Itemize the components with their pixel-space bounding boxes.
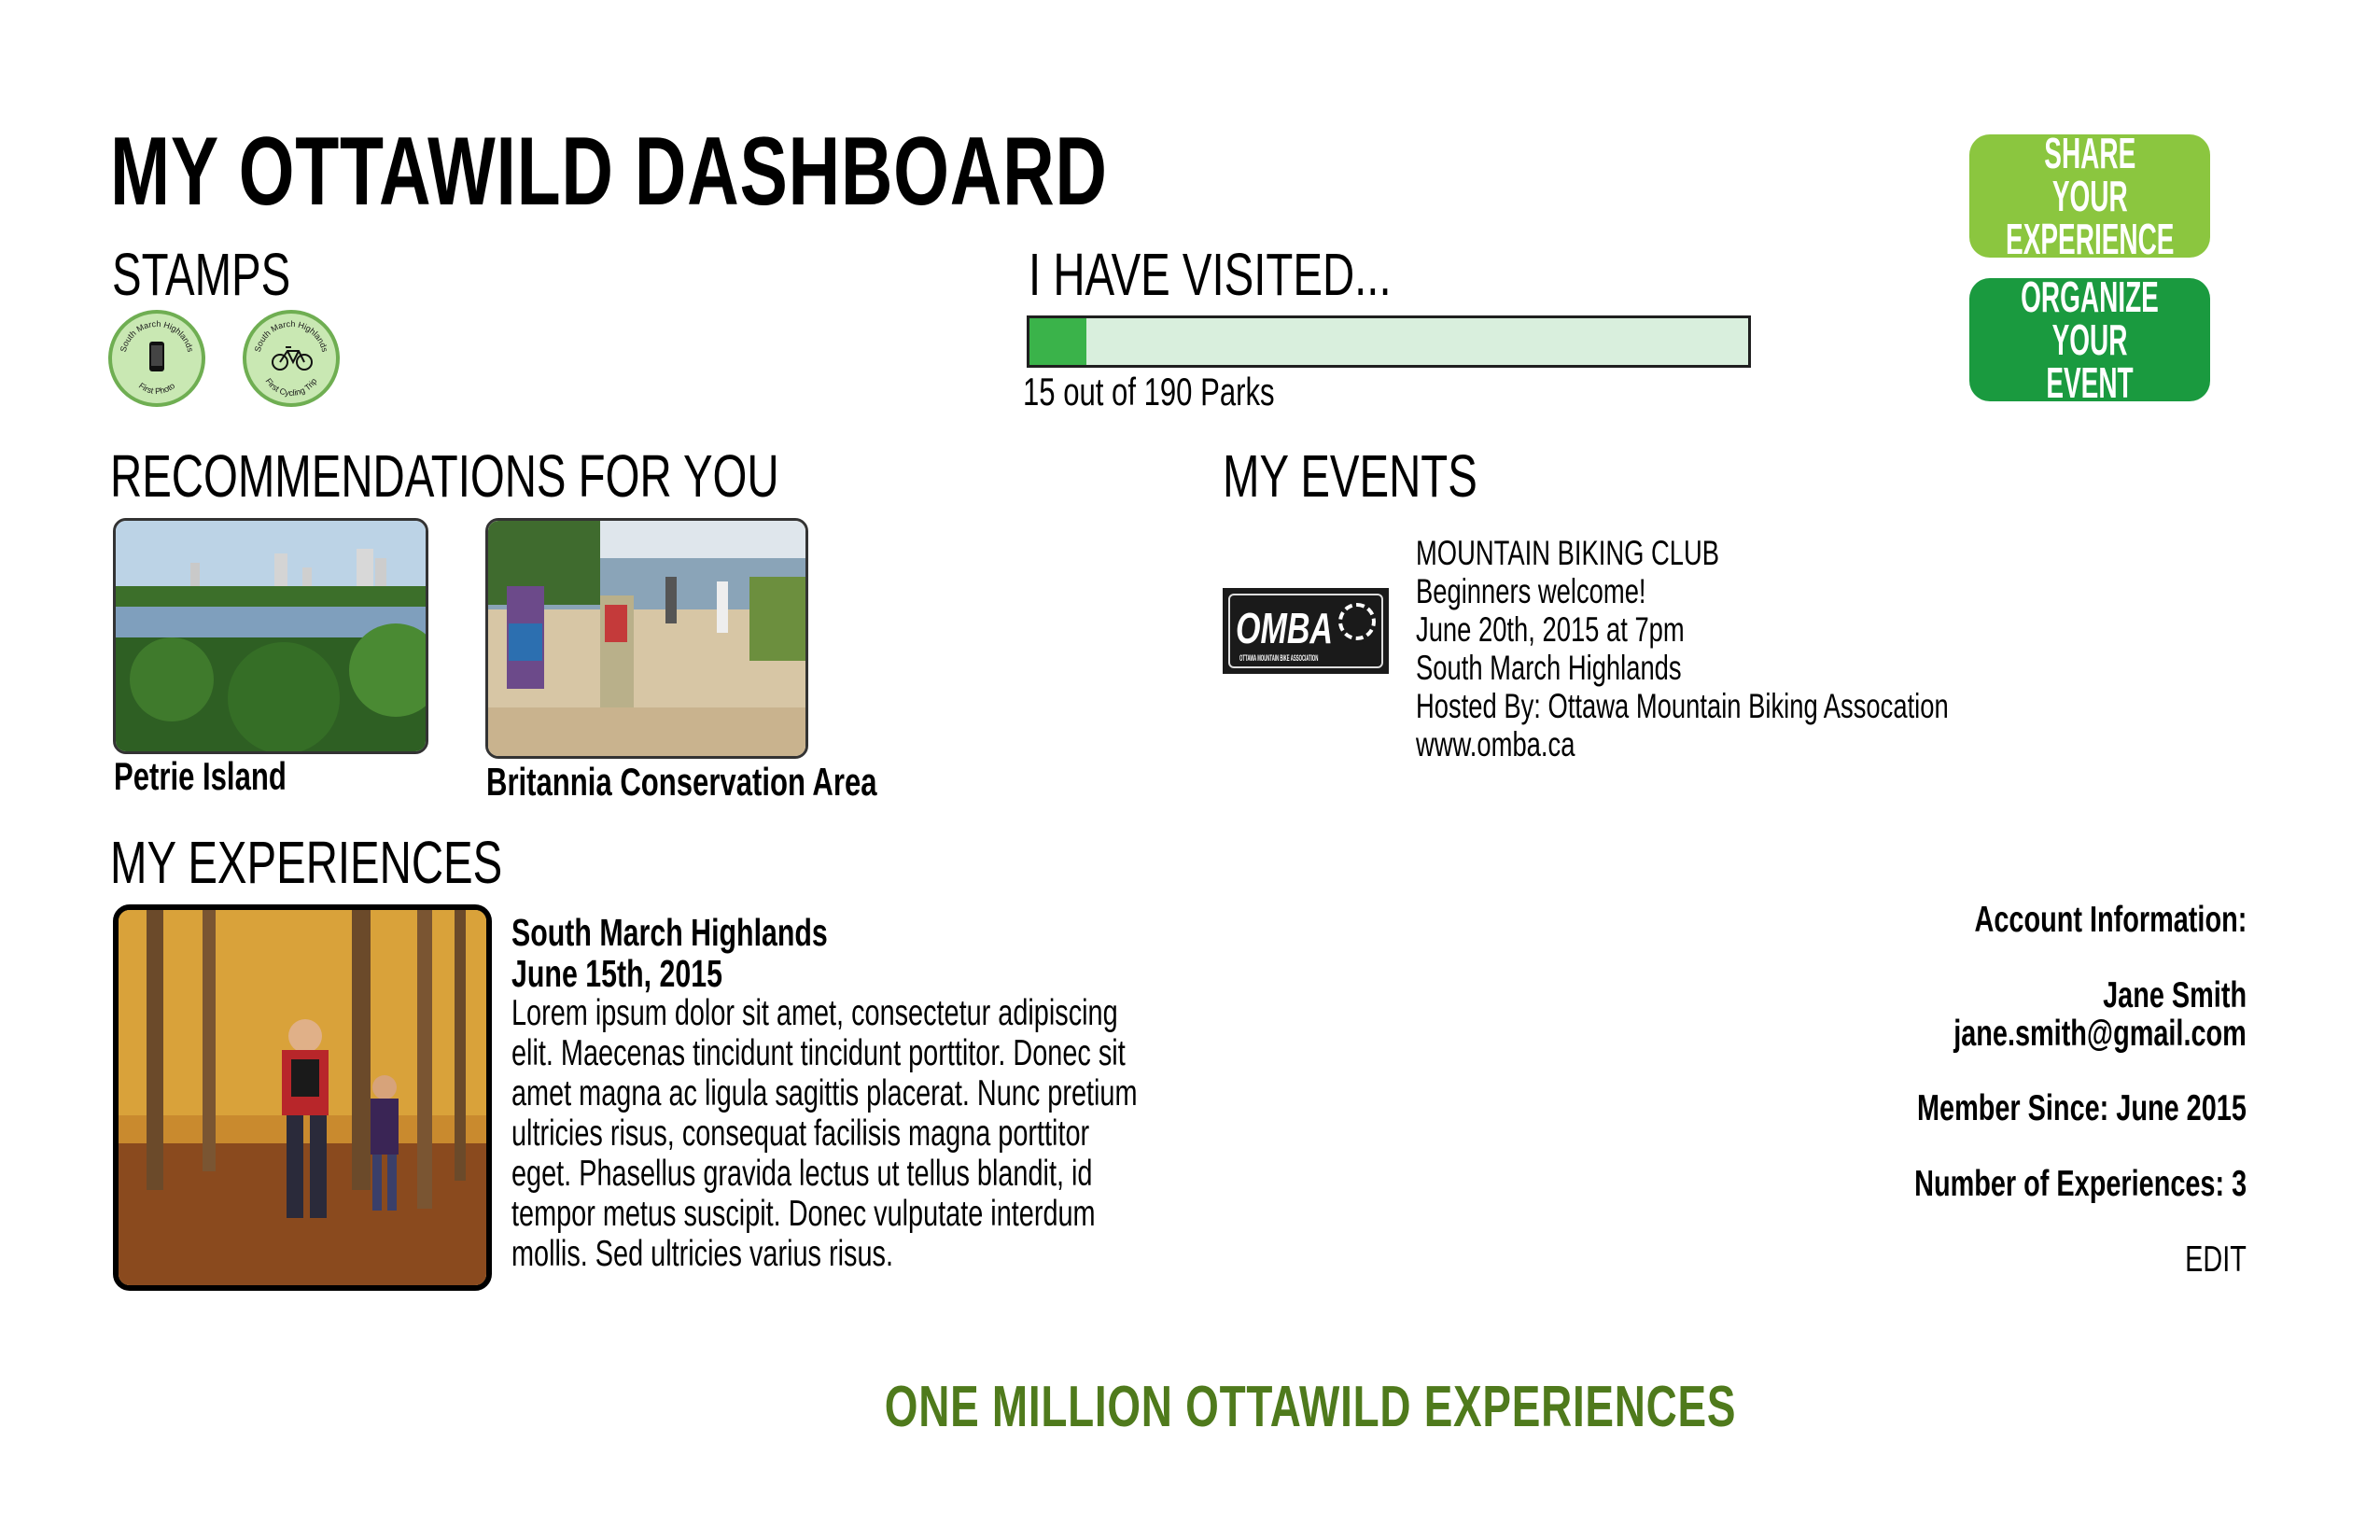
- event-url[interactable]: www.omba.ca: [1416, 725, 1949, 763]
- svg-text:South March Highlands: South March Highlands: [253, 319, 330, 354]
- recommendations-heading: RECOMMENDATIONS FOR YOU: [110, 442, 779, 510]
- experience-text-line: tempor metus suscipit. Donec vulputate i…: [511, 1194, 1096, 1234]
- share-button-line2: EXPERIENCE: [2005, 215, 2175, 263]
- omba-logo-text: OMBA: [1236, 604, 1334, 652]
- event-details[interactable]: MOUNTAIN BIKING CLUB Beginners welcome! …: [1416, 534, 1949, 763]
- omba-logo: OMBA OTTAWA MOUNTAIN BIKE ASSOCIATION: [1223, 588, 1389, 674]
- progress-fill: [1029, 318, 1086, 365]
- organize-button-line1: ORGANIZE YOUR: [2021, 273, 2159, 364]
- experience-text-line: mollis. Sed ultricies varius risus.: [511, 1234, 893, 1274]
- experience-text-line: eget. Phasellus gravida lectus ut tellus…: [511, 1154, 1093, 1194]
- recommendation-britannia-photo[interactable]: [485, 518, 808, 759]
- account-email: jane.smith@gmail.com: [1953, 1014, 2247, 1054]
- recommendation-label[interactable]: Petrie Island: [114, 754, 287, 799]
- omba-logo-subtext: OTTAWA MOUNTAIN BIKE ASSOCIATION: [1239, 653, 1319, 663]
- edit-account-link[interactable]: EDIT: [2185, 1239, 2247, 1281]
- experience-text-line: elit. Maecenas tincidunt tincidunt portt…: [511, 1033, 1126, 1073]
- bicycle-icon: [272, 346, 313, 371]
- stamp-first-cycling-trip[interactable]: South March Highlands First Cycling Trip: [243, 310, 340, 407]
- experience-photo[interactable]: [113, 904, 492, 1291]
- organize-event-button[interactable]: ORGANIZE YOUR EVENT: [1969, 273, 2210, 407]
- event-location: South March Highlands: [1416, 649, 1682, 687]
- event-host: Hosted By: Ottawa Mountain Biking Assoca…: [1416, 687, 1949, 725]
- share-button-line1: SHARE YOUR: [2044, 129, 2135, 220]
- event-name: MOUNTAIN BIKING CLUB: [1416, 534, 1720, 572]
- footer-slogan: ONE MILLION OTTAWILD EXPERIENCES: [884, 1375, 1737, 1439]
- beach-photo: [488, 521, 805, 756]
- stamps-heading: STAMPS: [112, 241, 291, 308]
- parks-visited-progress-bar: [1027, 315, 1751, 368]
- stamp-first-photo[interactable]: South March Highlands First Photo: [108, 310, 205, 407]
- parks-visited-count: 15 out of 190 Parks: [1023, 370, 1275, 413]
- experience-place: South March Highlands: [511, 911, 828, 954]
- stamp-arc-bottom: First Cycling Trip: [263, 376, 318, 398]
- experience-text-line: Lorem ipsum dolor sit amet, consectetur …: [511, 993, 1118, 1033]
- gear-icon: [1338, 603, 1376, 640]
- experiences-heading: MY EXPERIENCES: [110, 829, 503, 896]
- stamp-arc-bottom: First Photo: [137, 381, 176, 396]
- svg-text:First Cycling Trip: First Cycling Trip: [263, 376, 318, 398]
- events-heading: MY EVENTS: [1223, 442, 1477, 510]
- page-title: MY OTTAWILD DASHBOARD: [110, 118, 1108, 226]
- experience-header[interactable]: South March Highlands June 15th, 2015: [511, 912, 828, 994]
- account-member-since: Member Since: June 2015: [1917, 1088, 2247, 1128]
- forest-photo: [119, 910, 486, 1285]
- recommendation-label[interactable]: Britannia Conservation Area: [486, 760, 877, 805]
- experience-text-line: ultricies risus, consequat facilisis mag…: [511, 1113, 1090, 1154]
- stamp-arc-top: South March Highlands: [253, 319, 330, 354]
- account-name: Jane Smith: [2103, 975, 2247, 1015]
- stamp-arc-text: South March Highlands First Cycling Trip: [253, 319, 330, 398]
- stamp-arc-text: South March Highlands First Photo: [119, 319, 196, 396]
- event-datetime: June 20th, 2015 at 7pm: [1416, 610, 1685, 649]
- landscape-photo: [116, 521, 426, 751]
- share-experience-button[interactable]: SHARE YOUR EXPERIENCE: [1969, 129, 2210, 263]
- account-experience-count: Number of Experiences: 3: [1913, 1164, 2247, 1204]
- experience-date: June 15th, 2015: [511, 952, 722, 995]
- experience-description: Lorem ipsum dolor sit amet, consectetur …: [511, 993, 1138, 1274]
- account-heading: Account Information:: [1974, 900, 2247, 940]
- event-note: Beginners welcome!: [1416, 572, 1646, 610]
- recommendation-petrie-island-photo[interactable]: [113, 518, 428, 754]
- experience-text-line: amet magna ac ligula sagittis placerat. …: [511, 1073, 1138, 1113]
- visited-heading: I HAVE VISITED...: [1029, 241, 1392, 308]
- svg-text:First Photo: First Photo: [137, 381, 176, 396]
- organize-button-line2: EVENT: [2046, 358, 2134, 407]
- phone-icon: [149, 342, 164, 371]
